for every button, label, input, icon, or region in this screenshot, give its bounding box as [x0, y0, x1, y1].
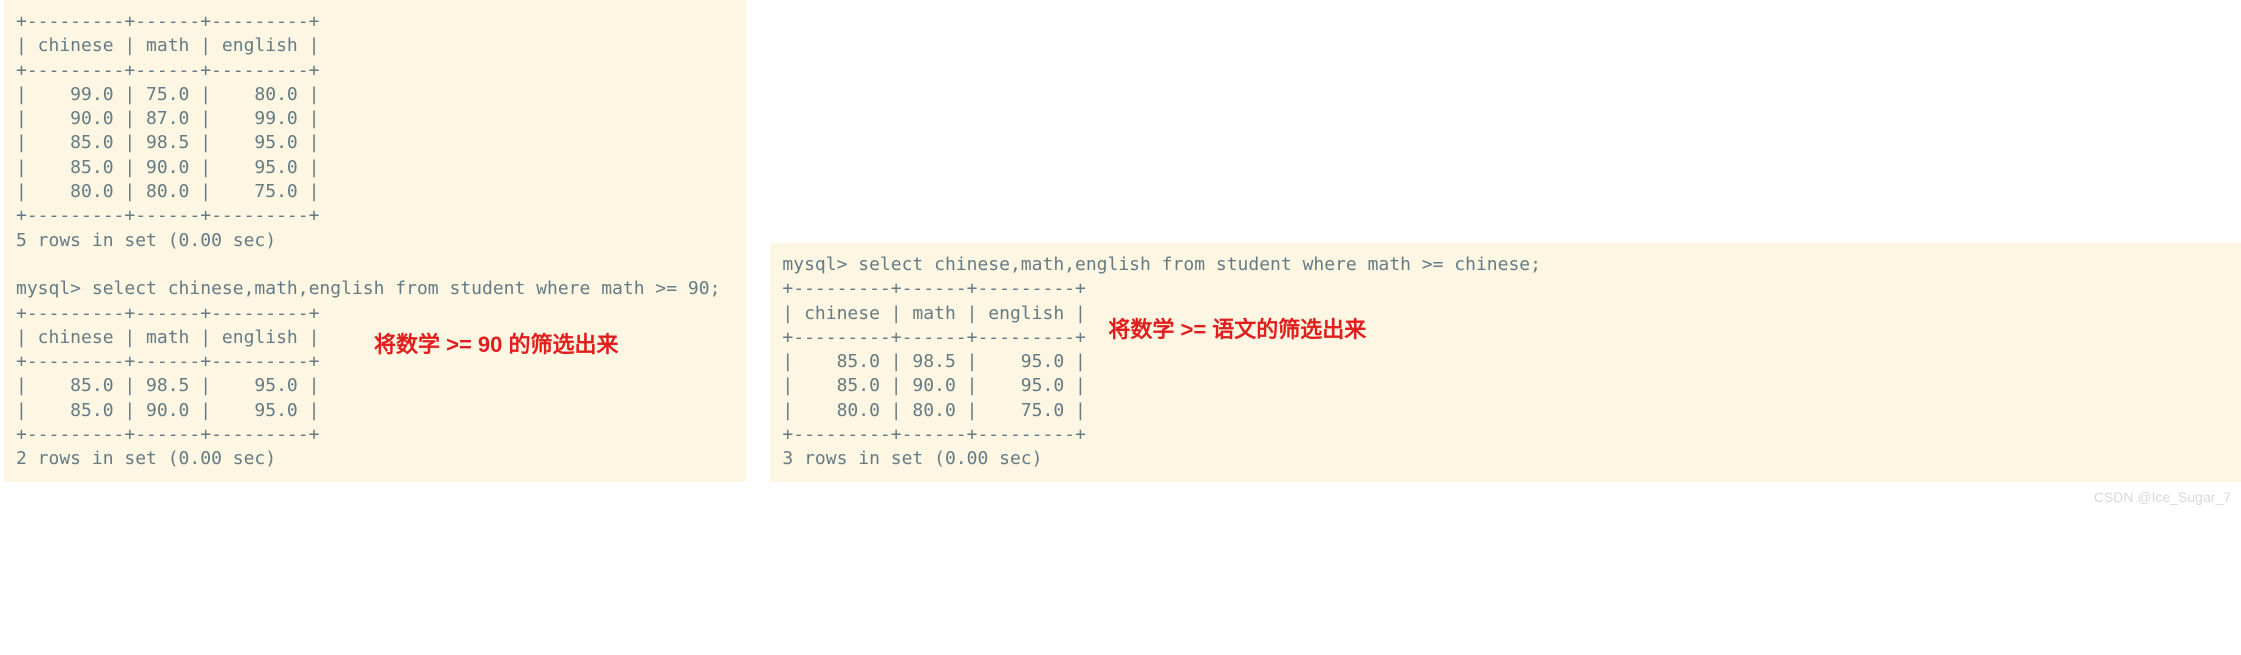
table1-row: | 85.0 | 98.5 | 95.0 | [16, 131, 734, 155]
table1-border-mid: +---------+------+---------+ [16, 59, 734, 83]
table-header: | chinese | math | english | [782, 302, 2229, 326]
table1-row: | 99.0 | 75.0 | 80.0 | [16, 83, 734, 107]
blank-line [16, 253, 734, 277]
table-row: | 80.0 | 80.0 | 75.0 | [782, 399, 2229, 423]
table1-row: | 90.0 | 87.0 | 99.0 | [16, 107, 734, 131]
watermark: CSDN @Ice_Sugar_7 [2094, 489, 2231, 505]
annotation-right: 将数学 >= 语文的筛选出来 [1108, 315, 1366, 345]
table-footer: 3 rows in set (0.00 sec) [782, 447, 2229, 471]
table-border-top: +---------+------+---------+ [782, 277, 2229, 301]
table1-row: | 85.0 | 90.0 | 95.0 | [16, 156, 734, 180]
annotation-left: 将数学 >= 90 的筛选出来 [374, 330, 619, 360]
table2-row: | 85.0 | 90.0 | 95.0 | [16, 399, 734, 423]
table1-border-top: +---------+------+---------+ [16, 10, 734, 34]
right-panel: mysql> select chinese,math,english from … [770, 243, 2241, 482]
table-row: | 85.0 | 98.5 | 95.0 | [782, 350, 2229, 374]
table2-border-bot: +---------+------+---------+ [16, 423, 734, 447]
table-border-bot: +---------+------+---------+ [782, 423, 2229, 447]
table1-border-bot: +---------+------+---------+ [16, 204, 734, 228]
table-border-mid: +---------+------+---------+ [782, 326, 2229, 350]
table1-row: | 80.0 | 80.0 | 75.0 | [16, 180, 734, 204]
table2-footer: 2 rows in set (0.00 sec) [16, 447, 734, 471]
table1-footer: 5 rows in set (0.00 sec) [16, 229, 734, 253]
left-panel: +---------+------+---------+ | chinese |… [4, 0, 746, 482]
table-row: | 85.0 | 90.0 | 95.0 | [782, 374, 2229, 398]
table2-row: | 85.0 | 98.5 | 95.0 | [16, 374, 734, 398]
table1-header: | chinese | math | english | [16, 34, 734, 58]
query-line: mysql> select chinese,math,english from … [16, 277, 734, 301]
page-root: +---------+------+---------+ | chinese |… [0, 0, 2241, 507]
table2-border-top: +---------+------+---------+ [16, 302, 734, 326]
query-line: mysql> select chinese,math,english from … [782, 253, 2229, 277]
